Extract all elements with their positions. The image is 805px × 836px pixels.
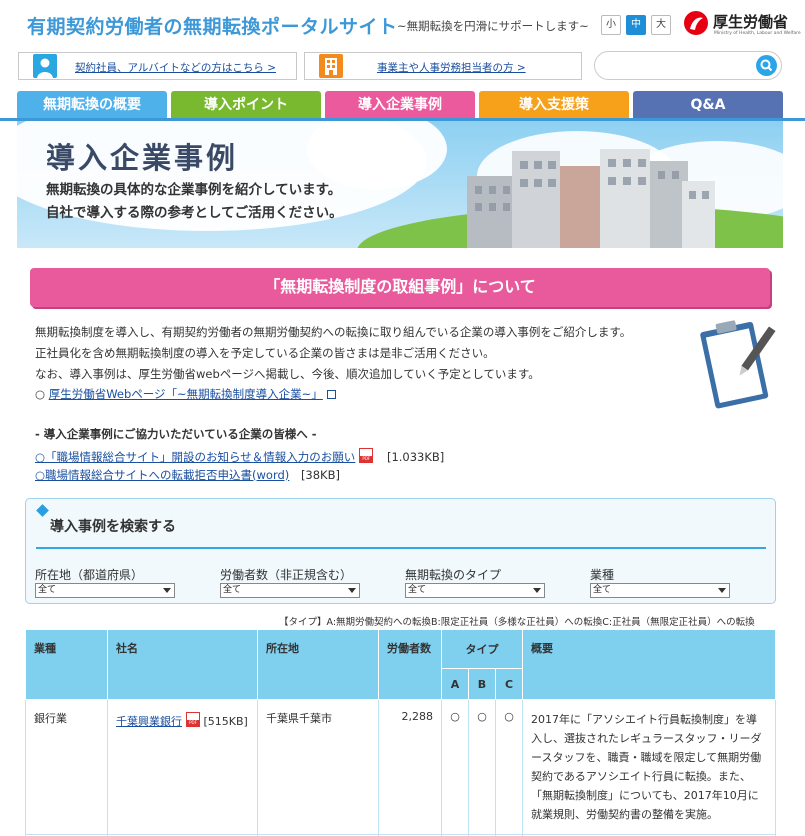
col-workers: 労働者数 <box>378 629 442 700</box>
case-search-title: 導入事例を検索する <box>50 519 176 535</box>
company-link[interactable]: 千葉興業銀行 <box>116 715 182 728</box>
diamond-icon <box>36 504 49 517</box>
tab-case-studies[interactable]: 導入企業事例 <box>325 91 475 119</box>
site-title[interactable]: 有期契約労働者の無期転換ポータルサイト <box>27 12 398 39</box>
workers-link[interactable]: 契約社員、アルバイトなどの方はこちら > <box>18 52 297 80</box>
company-file-size: [515KB] <box>203 715 248 728</box>
case-table: 業種 社名 所在地 労働者数 タイプ 概要 A B C 銀行業 千葉興業銀行 PD… <box>25 629 776 836</box>
filter-workers-select[interactable]: 全て <box>220 583 360 598</box>
employers-link[interactable]: 事業主や人事労務担当者の方 > <box>304 52 582 80</box>
site-subtitle: ~無期転換を円滑にサポートします~ <box>397 19 589 33</box>
building-icon <box>319 54 343 78</box>
col-type: タイプ <box>441 629 523 669</box>
mhlw-page-link-row: ○ 厚生労働省Webページ「~無期転換制度導入企業~」 <box>35 386 336 402</box>
font-size-medium-button[interactable]: 中 <box>626 15 646 35</box>
filter-type-select[interactable]: 全て <box>405 583 545 598</box>
font-size-small-button[interactable]: 小 <box>601 15 621 35</box>
case-search-panel: 導入事例を検索する 所在地（都道府県） 全て 労働者数（非正規含む） 全て 無期… <box>25 498 776 604</box>
mhlw-name: 厚生労働省 <box>713 13 789 31</box>
table-row: 銀行業 千葉興業銀行 PDF [515KB] 千葉県千葉市 2,288 ○ ○ ○… <box>25 699 776 835</box>
cell-summary: 2017年に「アソシエイト行員転換制度」を導入し、選抜されたレギュラースタッフ・… <box>522 699 776 835</box>
col-company: 社名 <box>107 629 258 700</box>
external-link-icon <box>326 390 336 399</box>
col-type-a: A <box>441 668 469 700</box>
cell-industry: 銀行業 <box>25 699 108 835</box>
tab-points[interactable]: 導入ポイント <box>171 91 321 119</box>
filter-industry-select[interactable]: 全て <box>590 583 730 598</box>
search-button[interactable] <box>756 55 777 76</box>
hero-description-1: 無期転換の具体的な企業事例を紹介しています。 <box>46 182 342 198</box>
mhlw-page-link[interactable]: 厚生労働省Webページ「~無期転換制度導入企業~」 <box>49 387 323 401</box>
doc2-row: ○職場情報総合サイトへの転載拒否申込書(word) [38KB] <box>35 467 340 483</box>
mhlw-page-link-bullet: ○ <box>35 387 49 401</box>
mhlw-emblem-icon <box>684 11 708 35</box>
clipboard-icon <box>700 320 776 409</box>
pdf-icon: PDF <box>359 448 374 463</box>
type-legend: 【タイプ】A:無期労働契約への転換B:限定正社員（多様な正社員）への転換C:正社… <box>279 617 755 628</box>
mhlw-logo[interactable]: 厚生労働省 Ministry of Health, Labour and Wel… <box>683 9 801 43</box>
workers-link-label[interactable]: 契約社員、アルバイトなどの方はこちら > <box>75 60 276 75</box>
doc2-size: [38KB] <box>300 468 340 482</box>
cell-location: 千葉県千葉市 <box>257 699 379 835</box>
section-heading: 「無期転換制度の取組事例」について <box>30 268 770 307</box>
filter-industry-label: 業種 <box>590 568 615 582</box>
chevron-down-icon <box>163 588 171 593</box>
col-type-c: C <box>495 668 523 700</box>
doc1-size: [1.033KB] <box>386 450 445 464</box>
chevron-down-icon <box>533 588 541 593</box>
col-location: 所在地 <box>257 629 379 700</box>
doc2-link[interactable]: ○職場情報総合サイトへの転載拒否申込書(word) <box>35 468 289 482</box>
employers-link-label[interactable]: 事業主や人事労務担当者の方 > <box>377 60 526 75</box>
chevron-down-icon <box>348 588 356 593</box>
tab-qa[interactable]: Q&A <box>633 91 783 119</box>
col-industry: 業種 <box>25 629 108 700</box>
hero-description-2: 自社で導入する際の参考としてご活用ください。 <box>46 205 343 221</box>
hero-title: 導入企業事例 <box>46 141 239 175</box>
cell-type-a: ○ <box>441 699 469 835</box>
doc1-link[interactable]: ○「職場情報総合サイト」開設のお知らせ＆情報入力のお願い <box>35 450 355 464</box>
filter-workers-label: 労働者数（非正規含む） <box>220 568 353 582</box>
mhlw-en: Ministry of Health, Labour and Welfare <box>714 31 801 36</box>
cell-workers: 2,288 <box>378 699 442 835</box>
tab-support[interactable]: 導入支援策 <box>479 91 629 119</box>
hero-banner: 導入企業事例 無期転換の具体的な企業事例を紹介しています。 自社で導入する際の参… <box>17 121 783 248</box>
intro-text-2: 正社員化を含め無期転換制度の導入を予定している企業の皆さまは是非ご活用ください。 <box>35 346 495 360</box>
search-icon <box>760 59 773 72</box>
person-icon <box>33 54 57 78</box>
pdf-icon: PDF <box>186 712 200 727</box>
doc1-row: ○「職場情報総合サイト」開設のお知らせ＆情報入力のお願い PDF [1.033KB… <box>35 446 444 465</box>
col-summary: 概要 <box>522 629 776 700</box>
case-search-divider <box>36 547 766 549</box>
col-type-b: B <box>468 668 496 700</box>
cooperation-title: - 導入企業事例にご協力いただいている企業の皆様へ - <box>35 427 317 441</box>
cell-type-c: ○ <box>495 699 523 835</box>
intro-text-1: 無期転換制度を導入し、有期契約労働者の無期労働契約への転換に取り組んでいる企業の… <box>35 325 632 339</box>
cell-type-b: ○ <box>468 699 496 835</box>
site-search-input[interactable] <box>594 51 782 80</box>
intro-text-3: なお、導入事例は、厚生労働省webページへ掲載し、今後、順次追加していく予定とし… <box>35 367 540 381</box>
filter-location-label: 所在地（都道府県） <box>35 568 144 582</box>
font-size-large-button[interactable]: 大 <box>651 15 671 35</box>
chevron-down-icon <box>718 588 726 593</box>
filter-type-label: 無期転換のタイプ <box>405 568 502 582</box>
tab-overview[interactable]: 無期転換の概要 <box>17 91 167 119</box>
cell-company: 千葉興業銀行 PDF [515KB] <box>107 699 258 835</box>
filter-location-select[interactable]: 全て <box>35 583 175 598</box>
